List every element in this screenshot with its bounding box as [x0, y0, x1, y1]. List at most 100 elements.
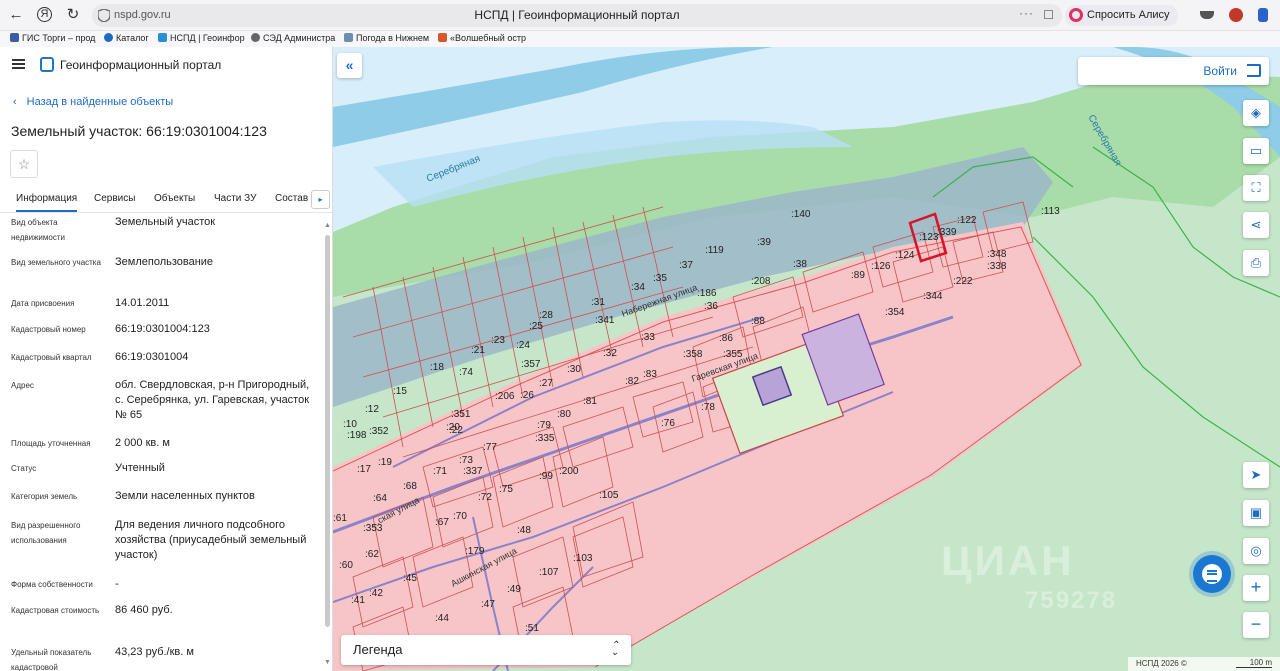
locate-arrow-icon[interactable]: ➤: [1243, 462, 1269, 488]
parcel-label[interactable]: :105: [599, 490, 619, 501]
parcel-label[interactable]: :89: [851, 270, 865, 281]
menu-icon[interactable]: [12, 59, 25, 69]
alice-button[interactable]: Спросить Алису AI: [1065, 5, 1178, 42]
parcel-label[interactable]: :80: [557, 409, 571, 420]
favorite-star-icon[interactable]: ☆: [10, 150, 38, 178]
tab-composition[interactable]: Состав: [275, 193, 308, 204]
back-arrow-icon[interactable]: ←: [6, 5, 26, 25]
downloads-icon[interactable]: [1258, 8, 1268, 22]
parcel-label[interactable]: :75: [499, 484, 513, 495]
chevron-right-icon[interactable]: ▸: [311, 190, 330, 209]
ruler-icon[interactable]: ▭: [1243, 138, 1269, 164]
scroll-down-icon[interactable]: ▼: [324, 659, 331, 666]
parcel-label[interactable]: :62: [365, 549, 379, 560]
parcel-label[interactable]: :341: [595, 315, 615, 326]
parcel-label[interactable]: :355: [723, 349, 743, 360]
parcel-label[interactable]: :70: [453, 511, 467, 522]
parcel-label[interactable]: :32: [603, 348, 617, 359]
parcel-label[interactable]: :45: [403, 573, 417, 584]
bookmark-item[interactable]: НСПД | Геоинфор: [158, 33, 245, 43]
parcel-label[interactable]: :27: [539, 378, 553, 389]
parcel-label[interactable]: :44: [435, 613, 449, 624]
parcel-label[interactable]: :348: [987, 249, 1007, 260]
zoom-in-button[interactable]: +: [1243, 575, 1269, 601]
avatar-icon[interactable]: [1229, 8, 1243, 22]
parcel-label[interactable]: :15: [393, 386, 407, 397]
chat-button[interactable]: [1193, 555, 1231, 593]
geolocation-icon[interactable]: ◎: [1243, 538, 1269, 564]
parcel-label[interactable]: :21: [471, 345, 485, 356]
map-view[interactable]: Серебряная Серебряная Набережная улица Г…: [333, 47, 1280, 671]
scrollbar[interactable]: [325, 235, 330, 627]
parcel-label[interactable]: :67: [435, 517, 449, 528]
print-icon[interactable]: ⎙: [1243, 250, 1269, 276]
parcel-label[interactable]: :113: [1041, 206, 1060, 217]
legend-dropdown[interactable]: Легенда ⌃ ⌄: [341, 635, 631, 665]
parcel-label[interactable]: :140: [791, 209, 811, 220]
parcel-label[interactable]: :208: [751, 276, 771, 287]
parcel-label[interactable]: :47: [481, 599, 495, 610]
parcel-label[interactable]: :33: [641, 332, 655, 343]
tab-services[interactable]: Сервисы: [94, 193, 135, 204]
parcel-label[interactable]: :88: [751, 316, 765, 327]
parcel-label[interactable]: :26: [520, 390, 534, 401]
map-canvas[interactable]: Серебряная Серебряная Набережная улица Г…: [333, 47, 1280, 671]
bookmark-item[interactable]: Каталог: [104, 33, 149, 43]
parcel-label[interactable]: :30: [567, 364, 581, 375]
tab-info[interactable]: Информация: [16, 193, 78, 212]
parcel-label[interactable]: :126: [871, 261, 891, 272]
more-icon[interactable]: ···: [1019, 6, 1034, 20]
parcel-label[interactable]: :37: [679, 260, 693, 271]
parcel-label[interactable]: :34: [631, 282, 645, 293]
parcel-label[interactable]: :61: [333, 513, 347, 524]
parcel-label[interactable]: :124: [895, 250, 915, 261]
zoom-out-button[interactable]: −: [1243, 612, 1269, 638]
parcel-label[interactable]: :74: [459, 367, 473, 378]
parcel-label[interactable]: :60: [339, 560, 353, 571]
layers-icon[interactable]: ◈: [1243, 100, 1269, 126]
share-icon[interactable]: ⋖: [1243, 212, 1269, 238]
parcel-label[interactable]: :357: [521, 359, 541, 370]
parcel-label[interactable]: :24: [516, 340, 530, 351]
parcel-label[interactable]: :179: [465, 546, 485, 557]
parcel-label[interactable]: :86: [719, 333, 733, 344]
parcel-label[interactable]: :119: [705, 245, 724, 256]
parcel-label[interactable]: :206: [495, 391, 515, 402]
parcel-label[interactable]: :82: [625, 376, 639, 387]
parcel-label[interactable]: :76: [661, 418, 675, 429]
bookmark-item[interactable]: СЭД Администра: [251, 33, 335, 43]
parcel-label[interactable]: :186: [697, 288, 717, 299]
bookmark-item[interactable]: ГИС Торги – прод: [10, 33, 95, 43]
bookmark-item[interactable]: Погода в Нижнем: [344, 33, 429, 43]
parcel-label[interactable]: :71: [433, 466, 447, 477]
parcel-label[interactable]: :354: [885, 307, 905, 318]
parcel-label[interactable]: :200: [559, 466, 579, 477]
tab-parts[interactable]: Части ЗУ: [214, 193, 256, 204]
parcel-label[interactable]: :122: [957, 215, 977, 226]
parcel-label[interactable]: :28: [539, 310, 553, 321]
bookmark-icon[interactable]: ☐: [1043, 8, 1054, 22]
parcel-label[interactable]: :78: [701, 402, 715, 413]
parcel-label[interactable]: :35: [653, 273, 667, 284]
reload-icon[interactable]: ↻: [63, 5, 83, 25]
parcel-label[interactable]: :49: [507, 584, 521, 595]
parcel-label[interactable]: :51: [525, 623, 539, 634]
select-area-icon[interactable]: ⛶: [1243, 175, 1269, 201]
parcel-label[interactable]: :31: [591, 297, 605, 308]
parcel-label[interactable]: :337: [463, 466, 483, 477]
parcel-label[interactable]: :335: [535, 433, 555, 444]
parcel-label[interactable]: :79: [537, 420, 551, 431]
back-link[interactable]: ‹ Назад в найденные объекты: [13, 96, 173, 108]
parcel-label[interactable]: :23: [491, 335, 505, 346]
parcel-label[interactable]: :68: [403, 481, 417, 492]
parcel-label[interactable]: :72: [478, 492, 492, 503]
parcel-label[interactable]: :64: [373, 493, 387, 504]
shield-extension-icon[interactable]: [1200, 11, 1214, 19]
collapse-panel-button[interactable]: «: [337, 53, 362, 78]
parcel-label[interactable]: :352: [369, 426, 389, 437]
parcel-label[interactable]: :22: [449, 425, 463, 436]
minimap-icon[interactable]: ▣: [1243, 500, 1269, 526]
parcel-label[interactable]: :198: [347, 430, 367, 441]
parcel-label[interactable]: :107: [539, 567, 559, 578]
parcel-label[interactable]: :36: [704, 301, 718, 312]
